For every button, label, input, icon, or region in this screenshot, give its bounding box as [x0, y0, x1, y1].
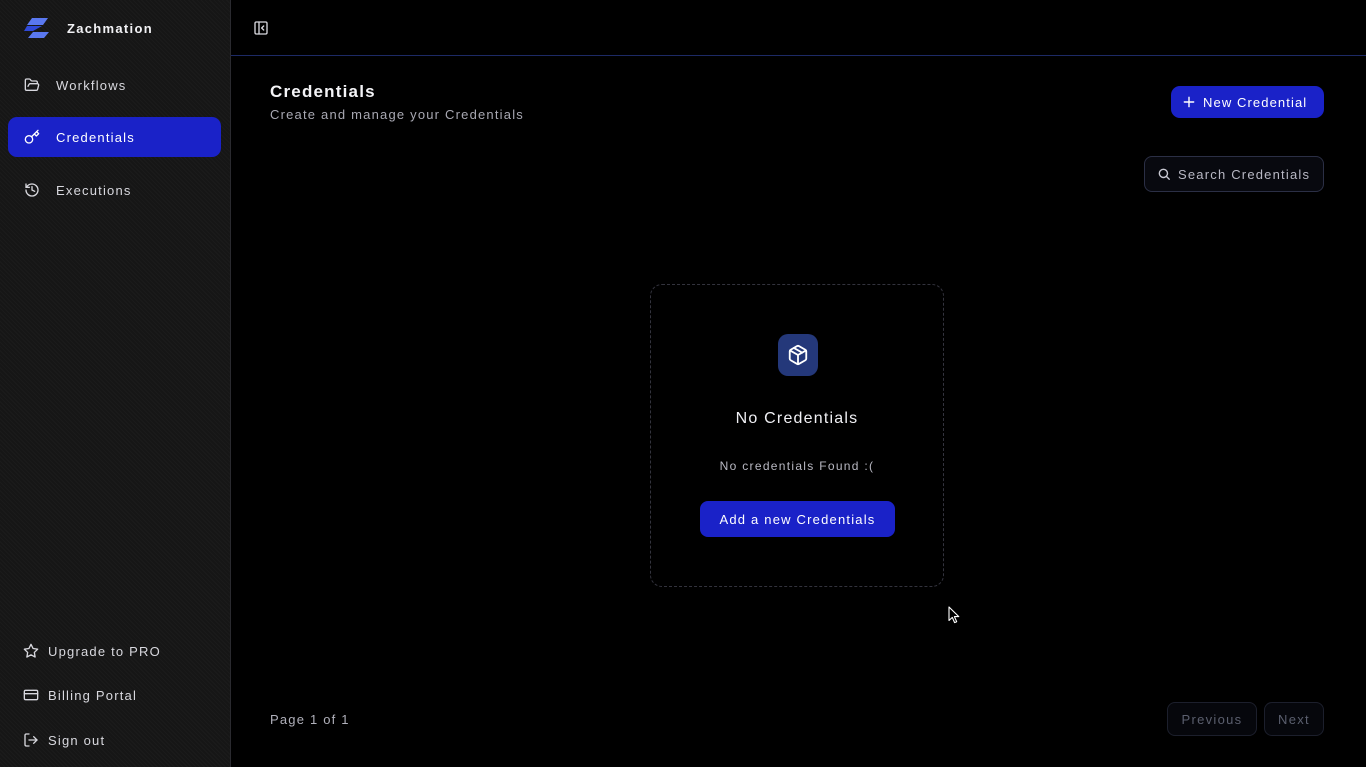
key-icon	[23, 128, 41, 146]
history-icon	[23, 181, 41, 199]
upgrade-to-pro-link[interactable]: Upgrade to PRO	[22, 640, 161, 662]
search-icon	[1157, 167, 1171, 181]
sidebar-item-label: Workflows	[56, 77, 127, 93]
sidebar-item-workflows[interactable]: Workflows	[8, 65, 221, 105]
footer-item-label: Sign out	[48, 732, 106, 748]
sidebar: Zachmation Workflows Credentials Executi…	[0, 0, 231, 767]
previous-page-button[interactable]: Previous	[1167, 702, 1257, 736]
sign-out-link[interactable]: Sign out	[22, 729, 105, 751]
star-icon	[22, 642, 40, 660]
pagination-info: Page 1 of 1	[270, 712, 350, 727]
billing-portal-link[interactable]: Billing Portal	[22, 684, 137, 706]
add-credential-button[interactable]: Add a new Credentials	[700, 501, 895, 537]
package-icon	[778, 334, 818, 376]
search-box	[1144, 156, 1324, 192]
empty-state-description: No credentials Found :(	[719, 459, 875, 473]
new-credential-button[interactable]: New Credential	[1171, 86, 1324, 118]
zachmation-logo-icon	[24, 18, 49, 38]
empty-state-title: No Credentials	[735, 410, 859, 427]
plus-icon	[1182, 95, 1196, 109]
credit-card-icon	[22, 686, 40, 704]
page-subtitle: Create and manage your Credentials	[270, 107, 524, 122]
sidebar-toggle-button[interactable]	[251, 18, 271, 38]
next-page-button[interactable]: Next	[1264, 702, 1324, 736]
page-title: Credentials	[270, 82, 376, 101]
empty-state-card: No Credentials No credentials Found :( A…	[650, 284, 944, 587]
footer-item-label: Upgrade to PRO	[48, 643, 161, 659]
sidebar-item-executions[interactable]: Executions	[8, 170, 221, 210]
app-name: Zachmation	[67, 20, 153, 36]
new-credential-label: New Credential	[1203, 94, 1308, 110]
mouse-cursor-icon	[948, 606, 960, 624]
folder-open-icon	[23, 76, 41, 94]
top-bar	[231, 0, 1366, 56]
brand[interactable]: Zachmation	[24, 16, 153, 40]
sidebar-item-label: Executions	[56, 182, 132, 198]
sidebar-item-credentials[interactable]: Credentials	[8, 117, 221, 157]
sidebar-item-label: Credentials	[56, 129, 135, 145]
footer-item-label: Billing Portal	[48, 687, 138, 703]
sidebar-toggle-icon	[254, 21, 268, 35]
log-out-icon	[22, 731, 40, 749]
search-input[interactable]	[1178, 166, 1318, 182]
